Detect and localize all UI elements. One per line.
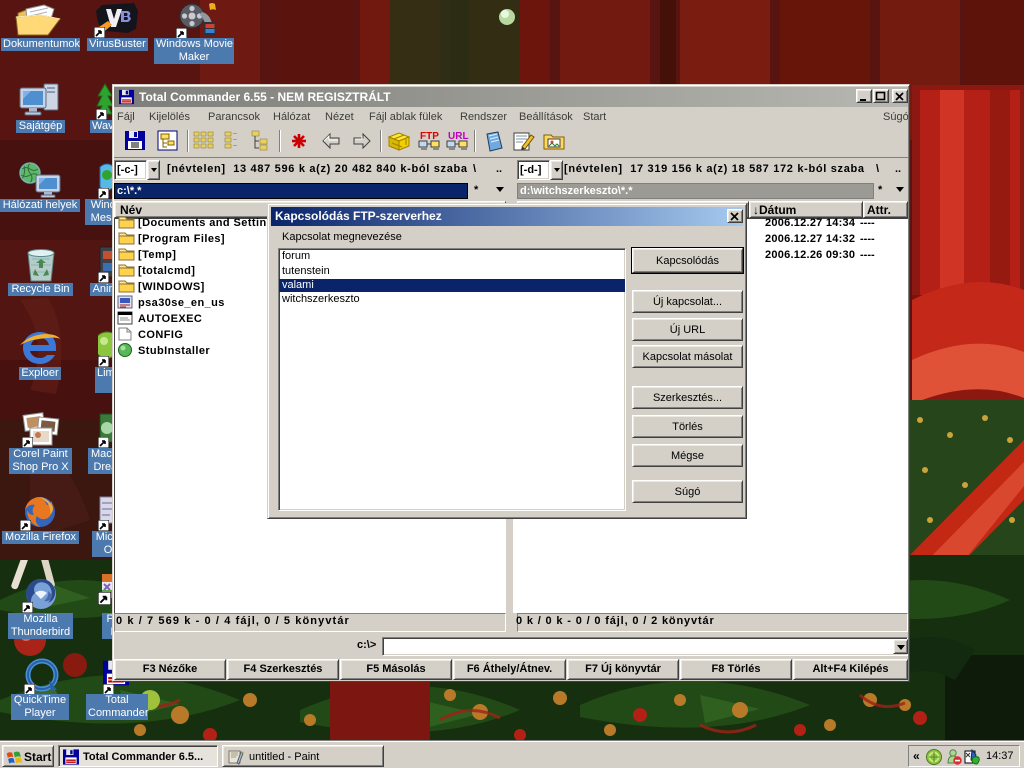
- svg-text:FTP: FTP: [420, 131, 439, 142]
- svg-text:URL: URL: [448, 131, 469, 142]
